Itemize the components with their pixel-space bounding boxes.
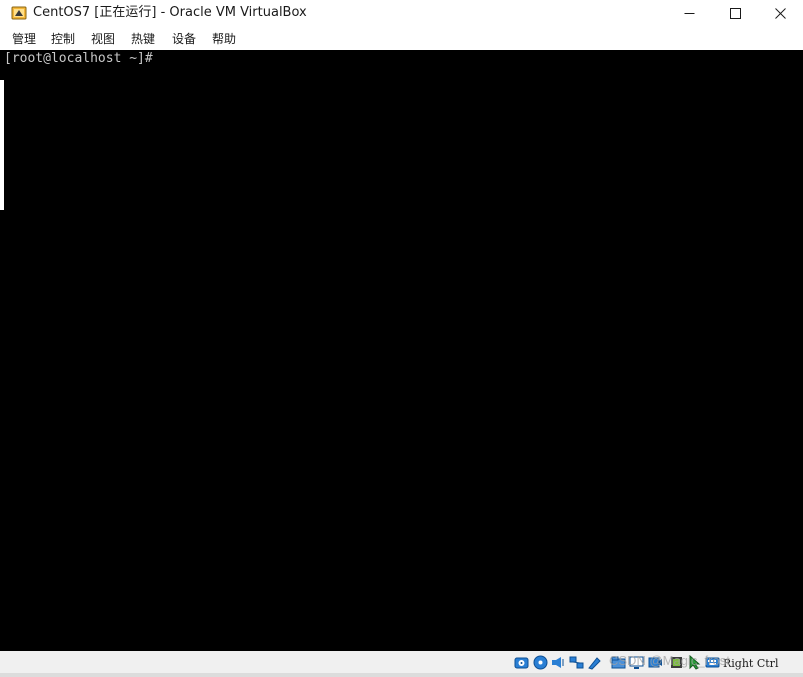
title-bar[interactable]: CentOS7 [正在运行] - Oracle VM VirtualBox [0, 0, 803, 26]
close-button[interactable] [757, 0, 803, 26]
console-edge-artifact [0, 80, 4, 210]
virtualbox-window: CentOS7 [正在运行] - Oracle VM VirtualBox 管理… [0, 0, 803, 677]
close-icon [774, 7, 786, 19]
vm-console-screen[interactable]: [root@localhost ~]# [0, 50, 803, 651]
hard-disk-icon[interactable] [514, 655, 529, 670]
virtualbox-app-icon [11, 6, 27, 20]
watermark-text: CSDN @Magic_frost [609, 653, 730, 668]
minimize-button[interactable] [666, 0, 712, 26]
window-bottom-edge [0, 673, 803, 677]
menu-item-view[interactable]: 视图 [91, 30, 115, 48]
menu-item-devices[interactable]: 设备 [172, 30, 196, 48]
optical-drive-icon[interactable] [533, 655, 548, 670]
audio-icon[interactable] [551, 655, 566, 670]
usb-icon[interactable] [587, 655, 602, 670]
menu-item-control[interactable]: 控制 [51, 30, 75, 48]
host-key-label: Right Ctrl [723, 657, 779, 670]
shell-prompt: [root@localhost ~]# [4, 51, 153, 66]
menu-item-manage[interactable]: 管理 [12, 30, 36, 48]
menu-item-help[interactable]: 帮助 [212, 30, 236, 48]
menu-item-hotkeys[interactable]: 热键 [131, 30, 155, 48]
maximize-button[interactable] [712, 0, 758, 26]
window-title: CentOS7 [正在运行] - Oracle VM VirtualBox [33, 5, 307, 20]
menu-bar: 管理 控制 视图 热键 设备 帮助 [0, 28, 803, 50]
network-icon[interactable] [569, 655, 584, 670]
maximize-icon [729, 7, 741, 19]
minimize-icon [684, 12, 694, 14]
